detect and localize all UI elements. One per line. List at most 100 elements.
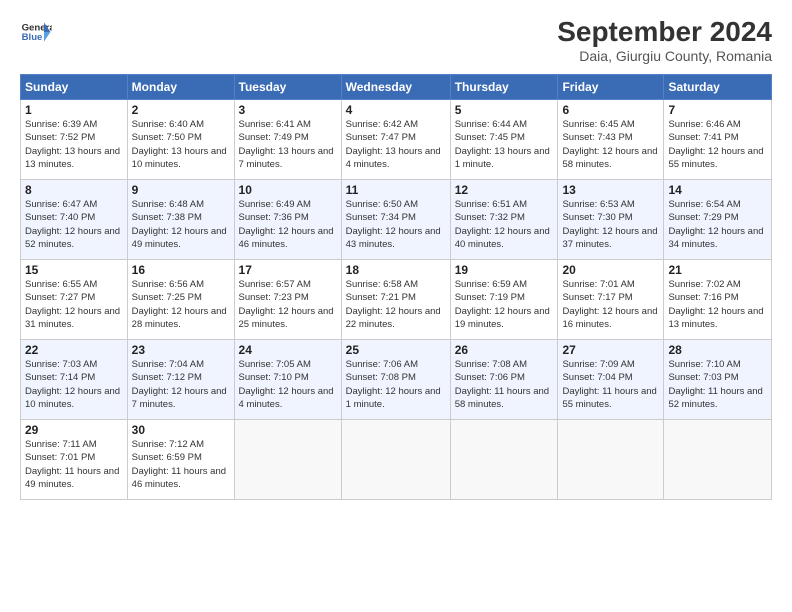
page: General Blue September 2024 Daia, Giurgi… [0, 0, 792, 612]
day-info: Sunrise: 6:56 AMSunset: 7:25 PMDaylight:… [132, 278, 230, 331]
calendar-table: Sunday Monday Tuesday Wednesday Thursday… [20, 74, 772, 500]
day-info: Sunrise: 7:10 AMSunset: 7:03 PMDaylight:… [668, 358, 767, 411]
day-number: 14 [668, 183, 767, 197]
logo: General Blue [20, 16, 52, 48]
col-wednesday: Wednesday [341, 75, 450, 100]
day-info: Sunrise: 6:47 AMSunset: 7:40 PMDaylight:… [25, 198, 123, 251]
calendar-cell: 26Sunrise: 7:08 AMSunset: 7:06 PMDayligh… [450, 340, 558, 420]
header: General Blue September 2024 Daia, Giurgi… [20, 16, 772, 64]
col-tuesday: Tuesday [234, 75, 341, 100]
day-number: 21 [668, 263, 767, 277]
day-number: 19 [455, 263, 554, 277]
day-number: 6 [562, 103, 659, 117]
calendar-cell: 15Sunrise: 6:55 AMSunset: 7:27 PMDayligh… [21, 260, 128, 340]
calendar-cell [234, 420, 341, 500]
calendar-cell: 20Sunrise: 7:01 AMSunset: 7:17 PMDayligh… [558, 260, 664, 340]
calendar-cell: 3Sunrise: 6:41 AMSunset: 7:49 PMDaylight… [234, 100, 341, 180]
calendar-cell: 11Sunrise: 6:50 AMSunset: 7:34 PMDayligh… [341, 180, 450, 260]
day-info: Sunrise: 6:49 AMSunset: 7:36 PMDaylight:… [239, 198, 337, 251]
day-info: Sunrise: 6:55 AMSunset: 7:27 PMDaylight:… [25, 278, 123, 331]
day-info: Sunrise: 6:50 AMSunset: 7:34 PMDaylight:… [346, 198, 446, 251]
subtitle: Daia, Giurgiu County, Romania [557, 48, 772, 64]
header-row: Sunday Monday Tuesday Wednesday Thursday… [21, 75, 772, 100]
col-friday: Friday [558, 75, 664, 100]
day-info: Sunrise: 6:54 AMSunset: 7:29 PMDaylight:… [668, 198, 767, 251]
day-number: 12 [455, 183, 554, 197]
calendar-cell: 30Sunrise: 7:12 AMSunset: 6:59 PMDayligh… [127, 420, 234, 500]
day-info: Sunrise: 6:40 AMSunset: 7:50 PMDaylight:… [132, 118, 230, 171]
col-thursday: Thursday [450, 75, 558, 100]
day-info: Sunrise: 6:53 AMSunset: 7:30 PMDaylight:… [562, 198, 659, 251]
calendar-cell: 6Sunrise: 6:45 AMSunset: 7:43 PMDaylight… [558, 100, 664, 180]
calendar-week-2: 8Sunrise: 6:47 AMSunset: 7:40 PMDaylight… [21, 180, 772, 260]
calendar-header: Sunday Monday Tuesday Wednesday Thursday… [21, 75, 772, 100]
day-number: 24 [239, 343, 337, 357]
svg-text:Blue: Blue [22, 32, 43, 43]
day-number: 4 [346, 103, 446, 117]
day-number: 26 [455, 343, 554, 357]
day-info: Sunrise: 7:06 AMSunset: 7:08 PMDaylight:… [346, 358, 446, 411]
day-info: Sunrise: 7:04 AMSunset: 7:12 PMDaylight:… [132, 358, 230, 411]
day-number: 22 [25, 343, 123, 357]
day-number: 18 [346, 263, 446, 277]
calendar-cell: 16Sunrise: 6:56 AMSunset: 7:25 PMDayligh… [127, 260, 234, 340]
main-title: September 2024 [557, 16, 772, 48]
day-number: 9 [132, 183, 230, 197]
calendar-cell: 22Sunrise: 7:03 AMSunset: 7:14 PMDayligh… [21, 340, 128, 420]
day-info: Sunrise: 6:39 AMSunset: 7:52 PMDaylight:… [25, 118, 123, 171]
day-number: 29 [25, 423, 123, 437]
calendar-cell: 29Sunrise: 7:11 AMSunset: 7:01 PMDayligh… [21, 420, 128, 500]
day-info: Sunrise: 7:05 AMSunset: 7:10 PMDaylight:… [239, 358, 337, 411]
day-number: 23 [132, 343, 230, 357]
calendar-cell: 9Sunrise: 6:48 AMSunset: 7:38 PMDaylight… [127, 180, 234, 260]
day-number: 11 [346, 183, 446, 197]
day-info: Sunrise: 7:02 AMSunset: 7:16 PMDaylight:… [668, 278, 767, 331]
day-info: Sunrise: 6:59 AMSunset: 7:19 PMDaylight:… [455, 278, 554, 331]
calendar-cell: 8Sunrise: 6:47 AMSunset: 7:40 PMDaylight… [21, 180, 128, 260]
col-saturday: Saturday [664, 75, 772, 100]
calendar-cell [664, 420, 772, 500]
day-number: 10 [239, 183, 337, 197]
calendar-cell: 1Sunrise: 6:39 AMSunset: 7:52 PMDaylight… [21, 100, 128, 180]
day-number: 1 [25, 103, 123, 117]
day-info: Sunrise: 6:45 AMSunset: 7:43 PMDaylight:… [562, 118, 659, 171]
day-number: 30 [132, 423, 230, 437]
calendar-cell: 23Sunrise: 7:04 AMSunset: 7:12 PMDayligh… [127, 340, 234, 420]
calendar-cell: 2Sunrise: 6:40 AMSunset: 7:50 PMDaylight… [127, 100, 234, 180]
calendar-cell: 4Sunrise: 6:42 AMSunset: 7:47 PMDaylight… [341, 100, 450, 180]
day-number: 2 [132, 103, 230, 117]
day-info: Sunrise: 7:09 AMSunset: 7:04 PMDaylight:… [562, 358, 659, 411]
day-number: 3 [239, 103, 337, 117]
day-info: Sunrise: 6:58 AMSunset: 7:21 PMDaylight:… [346, 278, 446, 331]
day-number: 28 [668, 343, 767, 357]
calendar-body: 1Sunrise: 6:39 AMSunset: 7:52 PMDaylight… [21, 100, 772, 500]
day-info: Sunrise: 6:57 AMSunset: 7:23 PMDaylight:… [239, 278, 337, 331]
calendar-cell: 28Sunrise: 7:10 AMSunset: 7:03 PMDayligh… [664, 340, 772, 420]
day-number: 17 [239, 263, 337, 277]
calendar-cell: 13Sunrise: 6:53 AMSunset: 7:30 PMDayligh… [558, 180, 664, 260]
day-info: Sunrise: 6:41 AMSunset: 7:49 PMDaylight:… [239, 118, 337, 171]
logo-icon: General Blue [20, 16, 52, 48]
calendar-cell: 24Sunrise: 7:05 AMSunset: 7:10 PMDayligh… [234, 340, 341, 420]
day-number: 20 [562, 263, 659, 277]
day-number: 8 [25, 183, 123, 197]
calendar-week-4: 22Sunrise: 7:03 AMSunset: 7:14 PMDayligh… [21, 340, 772, 420]
calendar-week-3: 15Sunrise: 6:55 AMSunset: 7:27 PMDayligh… [21, 260, 772, 340]
calendar-week-1: 1Sunrise: 6:39 AMSunset: 7:52 PMDaylight… [21, 100, 772, 180]
day-info: Sunrise: 7:08 AMSunset: 7:06 PMDaylight:… [455, 358, 554, 411]
calendar-cell: 19Sunrise: 6:59 AMSunset: 7:19 PMDayligh… [450, 260, 558, 340]
calendar-cell [341, 420, 450, 500]
calendar-week-5: 29Sunrise: 7:11 AMSunset: 7:01 PMDayligh… [21, 420, 772, 500]
day-info: Sunrise: 7:01 AMSunset: 7:17 PMDaylight:… [562, 278, 659, 331]
day-number: 5 [455, 103, 554, 117]
calendar-cell: 10Sunrise: 6:49 AMSunset: 7:36 PMDayligh… [234, 180, 341, 260]
day-number: 27 [562, 343, 659, 357]
day-info: Sunrise: 6:44 AMSunset: 7:45 PMDaylight:… [455, 118, 554, 171]
calendar-cell: 17Sunrise: 6:57 AMSunset: 7:23 PMDayligh… [234, 260, 341, 340]
day-number: 25 [346, 343, 446, 357]
calendar-cell: 21Sunrise: 7:02 AMSunset: 7:16 PMDayligh… [664, 260, 772, 340]
col-monday: Monday [127, 75, 234, 100]
day-info: Sunrise: 6:51 AMSunset: 7:32 PMDaylight:… [455, 198, 554, 251]
calendar-cell: 5Sunrise: 6:44 AMSunset: 7:45 PMDaylight… [450, 100, 558, 180]
day-info: Sunrise: 6:46 AMSunset: 7:41 PMDaylight:… [668, 118, 767, 171]
